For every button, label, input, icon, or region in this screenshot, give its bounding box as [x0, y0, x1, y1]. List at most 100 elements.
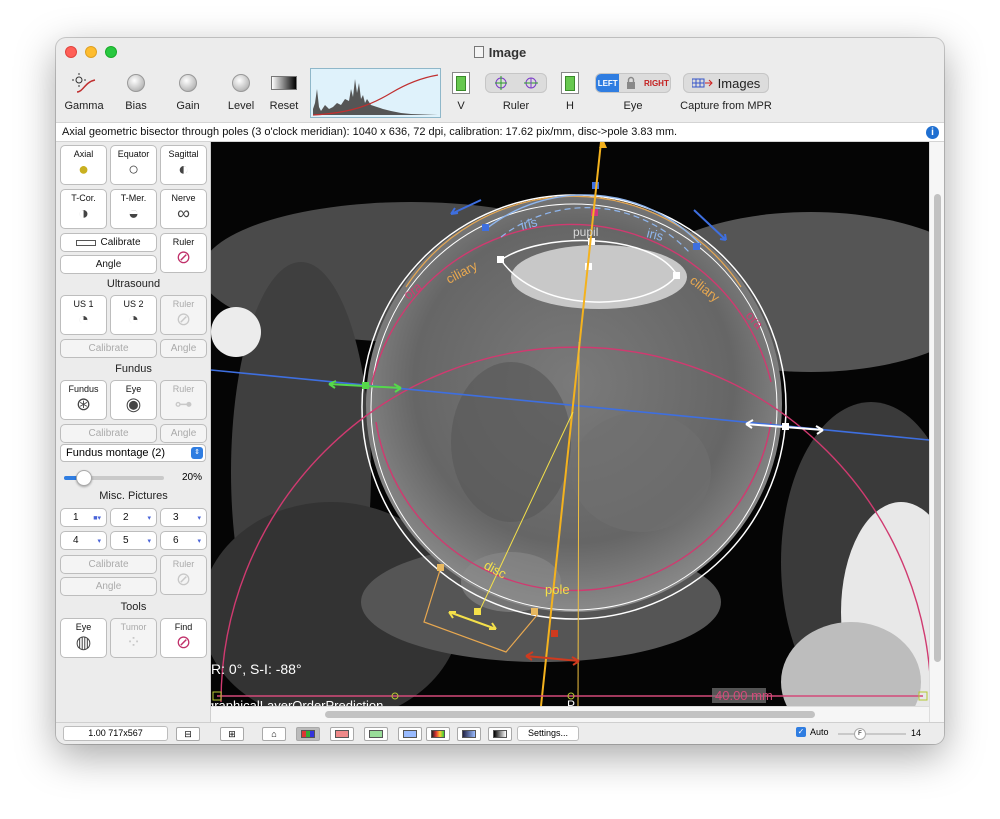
tool-find-button[interactable]: Find ⊘	[160, 618, 207, 658]
eye-side-tool[interactable]: LEFT RIGHT Eye	[594, 70, 672, 112]
vertical-flip-tool[interactable]: V	[447, 70, 475, 112]
t-mer-button[interactable]: T-Mer. ◒	[110, 189, 157, 229]
lens-right-handle[interactable]	[673, 272, 680, 279]
gain-tool[interactable]: Gain	[166, 70, 210, 112]
misc-picture-1[interactable]: 1 ■▾	[60, 508, 107, 527]
disc-right-handle[interactable]	[531, 608, 538, 615]
vertical-flip-icon	[452, 72, 470, 94]
p-marker: P	[567, 698, 575, 706]
ruler-tool[interactable]: Ruler	[484, 70, 548, 112]
zoom-field[interactable]: 1.00 717x567	[63, 726, 168, 741]
disc-center-handle[interactable]	[474, 608, 481, 615]
fundus-ruler-button[interactable]: Ruler ⊶	[160, 380, 207, 420]
equator-button[interactable]: Equator ○	[110, 145, 157, 185]
green-channel-button[interactable]	[364, 727, 388, 741]
ruler-button[interactable]: Ruler ⊘	[160, 233, 207, 273]
images-button[interactable]: Images	[682, 73, 770, 93]
misc-picture-4[interactable]: 4 ▾	[60, 531, 107, 550]
eye-right-option[interactable]: RIGHT	[643, 74, 670, 92]
misc-picture-5[interactable]: 5 ▾	[110, 531, 157, 550]
equator-right-handle[interactable]	[782, 423, 789, 430]
blue-channel-button[interactable]	[398, 727, 422, 741]
tool-tumor-button[interactable]: Tumor ⁘	[110, 618, 157, 658]
frame-slider[interactable]: F	[838, 728, 906, 740]
auto-checkbox[interactable]: ✓ Auto	[796, 727, 829, 737]
sidebar: Axial ● Equator ○ Sagittal ◐ T-Cor. ◑ T-Mer.…	[56, 142, 211, 722]
eye-left-option[interactable]: LEFT	[596, 74, 620, 92]
fundus-calibrate-button[interactable]: Calibrate	[60, 424, 157, 443]
zoom-button[interactable]	[105, 46, 117, 58]
histogram[interactable]	[310, 68, 441, 118]
ct-scan-canvas[interactable]: iris iris pupil ciliary ciliary ora ora …	[211, 142, 929, 706]
angle-button[interactable]: Angle	[60, 255, 157, 274]
frame-slider-thumb[interactable]: F	[854, 728, 866, 740]
us2-button[interactable]: US 2 ◔	[110, 295, 157, 335]
montage-slider-thumb[interactable]	[76, 470, 92, 486]
rgb-color-button[interactable]	[296, 727, 320, 741]
disc-left-handle[interactable]	[437, 564, 444, 571]
iris-right-handle[interactable]	[693, 243, 700, 250]
us1-button[interactable]: US 1 ◔	[60, 295, 107, 335]
calibrate-button[interactable]: Calibrate	[60, 233, 157, 252]
settings-button[interactable]: Settings...	[517, 726, 579, 741]
horizontal-scroll-thumb[interactable]	[325, 711, 815, 718]
t-cor-button[interactable]: T-Cor. ◑	[60, 189, 107, 229]
horizontal-scrollbar[interactable]	[211, 706, 929, 722]
sagittal-button[interactable]: Sagittal ◐	[160, 145, 207, 185]
gray-gradient-button[interactable]	[488, 727, 512, 741]
horizontal-flip-tool[interactable]: H	[556, 70, 584, 112]
axial-button[interactable]: Axial ●	[60, 145, 107, 185]
misc-calibrate-button[interactable]: Calibrate	[60, 555, 157, 574]
fundus-montage-select[interactable]: Fundus montage (2) ⇕	[60, 444, 206, 462]
us-calibrate-button[interactable]: Calibrate	[60, 339, 157, 358]
close-button[interactable]	[65, 46, 77, 58]
minimize-button[interactable]	[85, 46, 97, 58]
image-viewer[interactable]: iris iris pupil ciliary ciliary ora ora …	[211, 142, 929, 706]
montage-slider[interactable]	[64, 470, 164, 486]
dropdown-arrow-icon: ▾	[147, 537, 151, 545]
zoom-in-button[interactable]: ⊞	[220, 727, 244, 741]
tool-tumor-icon: ⁘	[125, 632, 142, 652]
nerve-button[interactable]: Nerve ∞	[160, 189, 207, 229]
window-title: Image	[473, 45, 526, 60]
vertical-scrollbar[interactable]	[929, 142, 944, 722]
equator-left-handle[interactable]	[362, 382, 369, 389]
reset-tool[interactable]: Reset	[264, 70, 304, 112]
zoom-out-button[interactable]: ⊟	[176, 727, 200, 741]
t-mer-icon: ◒	[128, 203, 139, 223]
blue-gradient-button[interactable]	[457, 727, 481, 741]
misc-ruler-button[interactable]: Ruler ⊘	[160, 555, 207, 595]
fundus-angle-button[interactable]: Angle	[160, 424, 207, 443]
misc-angle-button[interactable]: Angle	[60, 577, 157, 596]
select-arrows-icon: ⇕	[191, 447, 203, 459]
misc-picture-3[interactable]: 3 ▾	[160, 508, 207, 527]
us-ruler-button[interactable]: Ruler ⊘	[160, 295, 207, 335]
ruler-strip-icon	[76, 239, 97, 246]
lock-icon[interactable]	[619, 74, 642, 92]
bottom-bar: 1.00 717x567 ⊟ ⊞ ⌂ Settings... ✓ Auto F 1…	[56, 722, 944, 744]
home-button[interactable]: ⌂	[262, 727, 286, 741]
tool-eye-button[interactable]: Eye ◍	[60, 618, 107, 658]
gamma-tool[interactable]: Gamma	[62, 70, 106, 112]
us-angle-button[interactable]: Angle	[160, 339, 207, 358]
pole-label: pole	[545, 582, 570, 597]
gamma-icon	[62, 70, 106, 96]
red-channel-button[interactable]	[330, 727, 354, 741]
info-text: Axial geometric bisector through poles (…	[62, 126, 678, 138]
pole-handle[interactable]	[551, 630, 558, 637]
bias-tool[interactable]: Bias	[114, 70, 158, 112]
misc-picture-6[interactable]: 6 ▾	[160, 531, 207, 550]
vertical-scroll-thumb[interactable]	[934, 194, 941, 662]
lens-left-handle[interactable]	[497, 256, 504, 263]
fundus-icon: ⊛	[75, 394, 92, 414]
misc-picture-2[interactable]: 2 ▾	[110, 508, 157, 527]
level-tool[interactable]: Level	[219, 70, 263, 112]
equator-icon: ○	[128, 159, 139, 179]
capture-tool[interactable]: Images Capture from MPR	[676, 70, 776, 112]
fundus-eye-button[interactable]: Eye ◉	[110, 380, 157, 420]
zoom-out-icon: ⊟	[184, 728, 192, 739]
fundus-button[interactable]: Fundus ⊛	[60, 380, 107, 420]
iris-left-handle[interactable]	[482, 224, 489, 231]
info-icon[interactable]: i	[926, 126, 939, 139]
color-bars-button[interactable]	[426, 727, 450, 741]
